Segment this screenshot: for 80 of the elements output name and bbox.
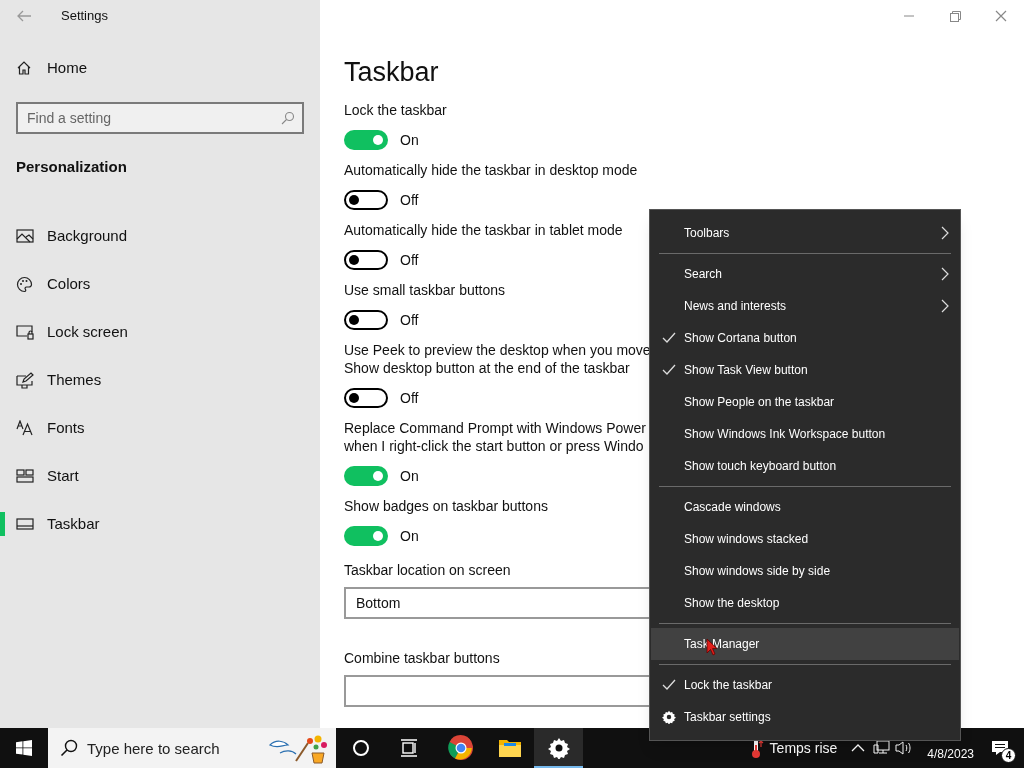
setting-label: Lock the taskbar [344,101,447,119]
page-title: Taskbar [344,56,439,89]
nav-item[interactable]: Taskbar [0,500,320,548]
setting-label: Use Peek to preview the desktop when you move Show desktop button at the end of the taskbar [344,341,651,377]
checkmark-icon [661,679,676,691]
circle-icon [352,739,370,757]
toggle-state: Off [400,250,419,270]
checkmark-icon [661,332,676,344]
toggle-state: On [400,466,419,486]
section-heading: Personalization [16,156,128,177]
browser-icon [447,735,474,761]
chevron-right-icon [941,299,949,313]
letters-icon [16,420,34,436]
search-field[interactable]: Find a setting [16,101,304,134]
nav-item[interactable]: Themes [0,356,320,404]
palette-icon [16,275,33,293]
toggle-switch[interactable] [344,130,388,150]
menu-item[interactable]: Search [651,258,959,290]
setting-label: Taskbar location on screen [344,561,511,579]
tiles-icon [16,468,34,484]
chevron-right-icon [941,267,949,281]
taskbar-icon [16,518,34,530]
nav-item[interactable]: Lock screen [0,308,320,356]
setting-label: Use small taskbar buttons [344,281,506,299]
picture-frame-icon [16,228,34,244]
home-icon [16,60,32,77]
menu-item[interactable]: Show Windows Ink Workspace button [651,418,959,450]
nav-item[interactable]: Fonts [0,404,320,452]
setting-label: Show badges on taskbar buttons [344,497,548,515]
folder-icon [497,737,522,759]
menu-item[interactable]: Task Manager [651,628,959,660]
toggle-state: Off [400,310,419,330]
toggle-switch[interactable] [344,310,388,330]
nav-item[interactable]: Colors [0,260,320,308]
toggle-switch[interactable] [344,250,388,270]
menu-item[interactable]: Show Task View button [651,354,959,386]
volume-icon[interactable] [895,740,914,756]
search-icon [60,739,78,757]
toggle-state: On [400,526,419,546]
toggle-state: On [400,130,419,150]
menu-item[interactable]: Cascade windows [651,491,959,523]
menu-item[interactable]: Show People on the taskbar [651,386,959,418]
setting-label: Replace Command Prompt with Windows Power when I right-click the start button or press Windo [344,419,646,455]
menu-item[interactable]: Taskbar settings [651,701,959,733]
menu-item[interactable]: Lock the taskbar [651,669,959,701]
notification-badge: 4 [1001,748,1016,763]
menu-item[interactable]: Show windows side by side [651,555,959,587]
app-button[interactable] [534,728,583,768]
date-text[interactable]: 4/8/2023 [927,745,974,763]
nav-item[interactable]: Background [0,212,320,260]
toggle-switch[interactable] [344,388,388,408]
nav-item[interactable]: Start [0,452,320,500]
monitor-pen-icon [16,371,34,389]
task-view-icon [400,739,418,757]
screen-lock-icon [16,324,34,340]
network-icon[interactable] [873,740,892,756]
toggle-switch[interactable] [344,466,388,486]
toggle-state: Off [400,388,419,408]
chevron-right-icon [941,226,949,240]
toggle-switch[interactable] [344,190,388,210]
menu-item[interactable]: News and interests [651,290,959,322]
menu-item[interactable]: Show windows stacked [651,523,959,555]
chevron-up-icon[interactable] [851,743,866,753]
windows-logo-icon [16,740,32,756]
checkmark-icon [661,364,676,376]
window-title: Settings [61,7,108,26]
taskbar-search-field[interactable]: Type here to search [48,728,336,768]
menu-item[interactable]: Show touch keyboard button [651,450,959,482]
setting-label: Automatically hide the taskbar in tablet mode [344,221,623,239]
toggle-switch[interactable] [344,526,388,546]
home-link[interactable]: Home [16,57,87,80]
toggle-state: Off [400,190,419,210]
setting-label: Combine taskbar buttons [344,649,500,667]
gear-icon [547,737,570,759]
menu-item[interactable]: Show Cortana button [651,322,959,354]
setting-label: Automatically hide the taskbar in desktop mode [344,161,638,179]
weather-text[interactable]: Temps rise [769,737,838,759]
menu-item[interactable]: Toolbars [651,217,959,249]
gear-icon [661,710,676,724]
search-icon [281,110,295,125]
